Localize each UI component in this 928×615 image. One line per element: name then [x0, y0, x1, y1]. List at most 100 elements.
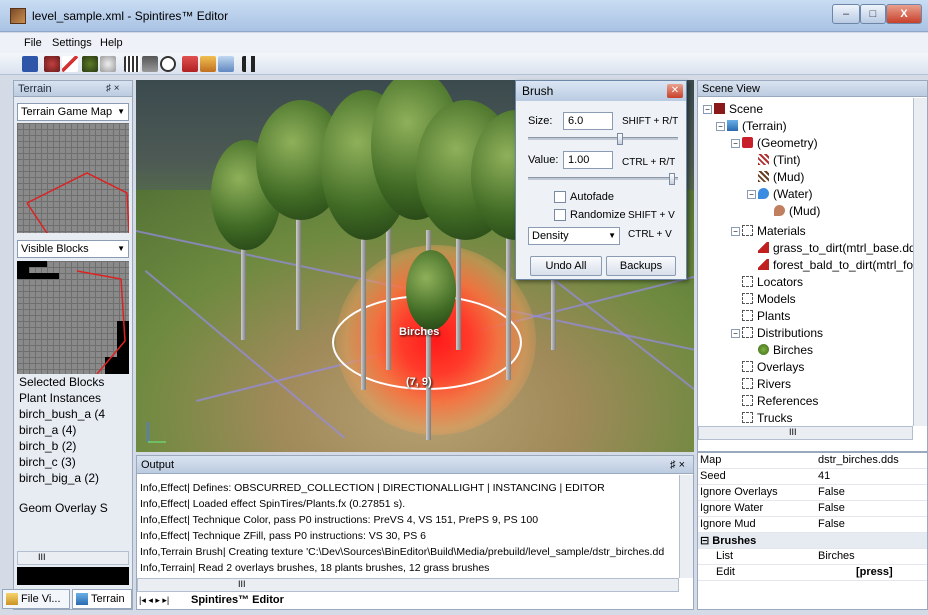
- left-hscrollbar[interactable]: III: [17, 551, 129, 565]
- tree-node-plants[interactable]: Plants: [742, 309, 790, 323]
- maximize-button[interactable]: □: [860, 4, 886, 24]
- tree-node-references[interactable]: References: [742, 394, 818, 408]
- collapse-icon[interactable]: −: [747, 190, 756, 199]
- undo-all-button[interactable]: Undo All: [530, 256, 602, 276]
- backups-button[interactable]: Backups: [606, 256, 676, 276]
- tree-node-models[interactable]: Models: [742, 292, 796, 306]
- output-hscrollbar[interactable]: III: [137, 578, 679, 592]
- scroll-thumb[interactable]: III: [789, 427, 797, 437]
- property-row[interactable]: Map dstr_birches.dds: [698, 453, 927, 469]
- clock-icon[interactable]: [160, 56, 176, 72]
- menu-help[interactable]: Help: [100, 37, 123, 49]
- tree-node-terrain[interactable]: (Terrain): [727, 119, 787, 133]
- property-row[interactable]: Ignore Mud False: [698, 517, 927, 533]
- list-item[interactable]: Plant Instances: [19, 391, 101, 405]
- list-item[interactable]: birch_b (2): [19, 439, 76, 453]
- select-icon[interactable]: [62, 56, 78, 72]
- output-vscrollbar[interactable]: [679, 475, 693, 578]
- collapse-icon[interactable]: −: [731, 227, 740, 236]
- property-row[interactable]: Ignore Water False: [698, 501, 927, 517]
- tree-node-overlays[interactable]: Overlays: [742, 360, 804, 374]
- brush-dialog: Brush ✕ Size: 6.0 SHIFT + R/T Value: 1.0…: [515, 80, 687, 280]
- list-item[interactable]: birch_c (3): [19, 455, 76, 469]
- collapse-icon[interactable]: −: [731, 139, 740, 148]
- collapse-icon[interactable]: −: [703, 105, 712, 114]
- property-category[interactable]: ⊟ Brushes: [698, 533, 927, 549]
- tree-node-water-mud[interactable]: (Mud): [774, 204, 820, 218]
- tree-node-geometry[interactable]: (Geometry): [742, 136, 818, 150]
- size-slider-thumb[interactable]: [617, 133, 624, 145]
- scene-vscrollbar[interactable]: [913, 98, 927, 426]
- pause-icon[interactable]: [242, 56, 258, 72]
- tree-node-birches[interactable]: Birches: [758, 343, 813, 357]
- tree-node-distributions[interactable]: Distributions: [742, 326, 823, 340]
- close-button[interactable]: X: [886, 4, 922, 24]
- plant-tool-icon[interactable]: [82, 56, 98, 72]
- grid-icon[interactable]: [124, 56, 140, 72]
- blocks-combo[interactable]: Visible Blocks ▼: [17, 240, 129, 258]
- size-slider-track[interactable]: [528, 137, 678, 140]
- property-grid: Map dstr_birches.dds Seed 41 Ignore Overla…: [697, 452, 928, 610]
- pin-close-icon[interactable]: ♯ ×: [670, 456, 685, 474]
- tab-terrain[interactable]: Terrain: [72, 589, 132, 609]
- tint-icon: [758, 154, 769, 165]
- scroll-thumb[interactable]: III: [238, 579, 246, 589]
- list-item[interactable]: birch_big_a (2): [19, 471, 99, 485]
- tree-node-mud[interactable]: (Mud): [758, 170, 804, 184]
- tab-file-view[interactable]: File Vi...: [2, 589, 70, 609]
- pin-close-icon[interactable]: ♯ ×: [106, 81, 120, 97]
- autofade-checkbox[interactable]: [554, 191, 566, 203]
- tree-node-trucks[interactable]: Trucks: [742, 411, 793, 425]
- save-icon[interactable]: [22, 56, 38, 72]
- list-icon[interactable]: [142, 56, 158, 72]
- doc-tab-editor[interactable]: Spintires™ Editor: [191, 594, 284, 606]
- scroll-thumb[interactable]: III: [38, 552, 46, 562]
- render-icon[interactable]: [182, 56, 198, 72]
- value-input[interactable]: 1.00: [563, 151, 613, 169]
- menu-settings[interactable]: Settings: [52, 37, 92, 49]
- doc-nav-buttons[interactable]: |◂ ◂ ▸ ▸|: [139, 595, 169, 606]
- geom-overlay-label[interactable]: Geom Overlay S: [19, 501, 108, 515]
- sphere-icon[interactable]: [100, 56, 116, 72]
- minimize-button[interactable]: –: [832, 4, 860, 24]
- tree-node-rivers[interactable]: Rivers: [742, 377, 791, 391]
- brush-close-button[interactable]: ✕: [667, 84, 683, 98]
- property-row[interactable]: Ignore Overlays False: [698, 485, 927, 501]
- tree-node-water[interactable]: (Water): [758, 187, 813, 201]
- tree-node-material[interactable]: grass_to_dirt(mtrl_base.dds: [758, 241, 922, 255]
- window-icon[interactable]: [218, 56, 234, 72]
- list-item[interactable]: birch_a (4): [19, 423, 76, 437]
- brush-title-bar[interactable]: Brush: [516, 81, 686, 101]
- collapse-icon[interactable]: −: [731, 329, 740, 338]
- brush-mode-select[interactable]: Density ▼: [528, 227, 620, 245]
- tree-node-material[interactable]: forest_bald_to_dirt(mtrl_for: [758, 258, 917, 272]
- collapse-icon[interactable]: −: [716, 122, 725, 131]
- terrain-map-preview[interactable]: [17, 123, 129, 233]
- map-combo[interactable]: Terrain Game Map ▼: [17, 103, 129, 121]
- property-row[interactable]: List Birches: [698, 549, 927, 565]
- mode-shortcut: CTRL + V: [628, 229, 672, 240]
- value-slider-thumb[interactable]: [669, 173, 676, 185]
- property-row[interactable]: Seed 41: [698, 469, 927, 485]
- scene-hscrollbar[interactable]: III: [698, 426, 913, 440]
- list-item[interactable]: Selected Blocks: [19, 375, 104, 389]
- property-row[interactable]: Edit [press]: [698, 565, 927, 581]
- list-item[interactable]: birch_bush_a (4: [19, 407, 105, 421]
- tree-node-locators[interactable]: Locators: [742, 275, 803, 289]
- randomize-checkbox[interactable]: [554, 209, 566, 221]
- edit-press-button[interactable]: [press]: [856, 566, 893, 578]
- size-input[interactable]: 6.0: [563, 112, 613, 130]
- tree-node-tint[interactable]: (Tint): [758, 153, 801, 167]
- log-line: Info,Effect| Loaded effect SpinTires/Pla…: [140, 498, 406, 510]
- texture-icon[interactable]: [200, 56, 216, 72]
- tree-node-materials[interactable]: Materials: [742, 224, 806, 238]
- scene-icon: [714, 103, 725, 114]
- menu-file[interactable]: File: [24, 37, 42, 49]
- water-mud-icon: [774, 205, 785, 216]
- paint-icon[interactable]: [44, 56, 60, 72]
- visible-blocks-grid[interactable]: [17, 261, 129, 374]
- tree-node-scene[interactable]: Scene: [714, 102, 763, 116]
- folder-icon: [742, 310, 753, 321]
- value-slider-track[interactable]: [528, 177, 678, 180]
- tab-file-view-label: File Vi...: [21, 593, 61, 605]
